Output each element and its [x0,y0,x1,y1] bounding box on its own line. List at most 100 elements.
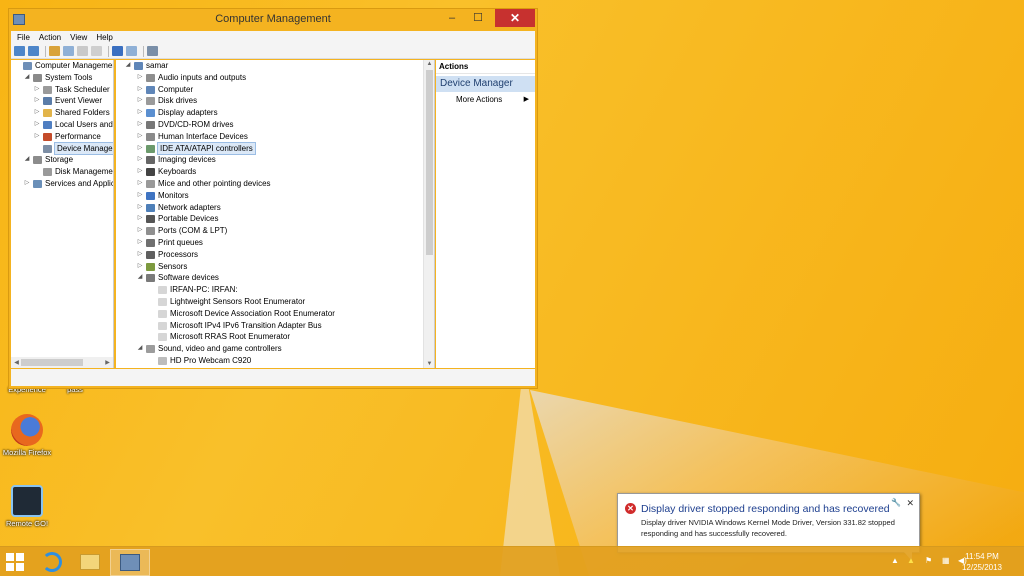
tree-item[interactable]: Microsoft RRAS Root Enumerator [116,331,434,343]
expand-arrow-icon[interactable]: ▷ [136,95,144,107]
action-center-icon[interactable]: ⚑ [925,556,932,565]
desktop-icon-firefox[interactable]: Mozilla Firefox [0,414,54,457]
collapse-arrow-icon[interactable]: ◢ [136,343,144,355]
collapse-arrow-icon[interactable]: ◢ [136,272,144,284]
tree-item[interactable]: ▷ Computer [116,84,434,96]
expand-arrow-icon[interactable]: ▷ [136,225,144,237]
expand-arrow-icon[interactable]: ▷ [136,213,144,225]
expand-arrow-icon[interactable]: ▷ [136,190,144,202]
show-hidden-icons-icon[interactable]: ▲ [891,556,899,565]
menu-file[interactable]: File [17,31,30,44]
expand-arrow-icon[interactable]: ▷ [33,84,41,96]
close-button[interactable]: ✕ [495,9,535,27]
tree-item[interactable]: ▷ Local Users and Groups [11,119,113,131]
console-tree-hscrollbar[interactable]: ◀ ▶ [11,357,113,368]
driver-notification-balloon[interactable]: ✕ Display driver stopped responding and … [617,493,920,561]
notification-close-button[interactable]: ✕ [906,498,914,509]
more-actions-item[interactable]: More Actions ▶ [436,92,535,108]
tree-item[interactable]: ▷ Portable Devices [116,213,434,225]
tree-item[interactable]: Lightweight Sensors Root Enumerator [116,296,434,308]
menu-action[interactable]: Action [39,31,61,44]
warning-tray-icon[interactable]: ▲ [907,556,915,565]
tree-item[interactable]: Microsoft IPv4 IPv6 Transition Adapter B… [116,320,434,332]
tree-item[interactable]: ▷ Imaging devices [116,154,434,166]
device-tree-vscrollbar[interactable]: ▲ ▼ [423,60,434,368]
taskbar-computer-management[interactable] [110,549,150,576]
expand-arrow-icon[interactable]: ▷ [136,84,144,96]
tree-item[interactable]: ▷ Mice and other pointing devices [116,178,434,190]
scroll-down-icon[interactable]: ▼ [424,361,434,367]
tree-item[interactable]: ◢ Sound, video and game controllers [116,343,434,355]
options-wrench-icon[interactable]: 🔧 [891,498,901,507]
collapse-arrow-icon[interactable]: ◢ [124,60,132,72]
menu-view[interactable]: View [70,31,87,44]
expand-arrow-icon[interactable]: ▷ [136,237,144,249]
scroll-thumb[interactable] [426,70,433,255]
tree-item[interactable]: ▷ Shared Folders [11,107,113,119]
tree-item[interactable]: ◢ samar [116,60,434,72]
tree-item[interactable]: ▷ Task Scheduler [11,84,113,96]
back-icon[interactable] [14,46,25,56]
tree-item[interactable]: ◢ Storage [11,154,113,166]
tree-item[interactable]: ▷ Print queues [116,237,434,249]
expand-arrow-icon[interactable]: ▷ [136,72,144,84]
expand-arrow-icon[interactable]: ▷ [136,249,144,261]
tree-item[interactable]: ▷ Sensors [116,261,434,273]
tree-item[interactable]: ▷ Display adapters [116,107,434,119]
expand-arrow-icon[interactable]: ▷ [33,107,41,119]
tree-item[interactable]: Device Manager [11,141,113,156]
tree-item[interactable]: ▷ Keyboards [116,166,434,178]
tree-item[interactable]: Disk Management [11,166,113,178]
help-icon[interactable] [112,46,123,56]
actions-device-manager[interactable]: Device Manager [436,76,535,92]
tree-item[interactable]: ▷ Network adapters [116,202,434,214]
menu-help[interactable]: Help [96,31,112,44]
scan-hardware-icon[interactable] [147,46,158,56]
desktop-icon-remote-go[interactable]: Remote GO! [0,485,54,528]
tree-item[interactable]: ▷ Ports (COM & LPT) [116,225,434,237]
expand-arrow-icon[interactable]: ▷ [33,95,41,107]
scroll-right-icon[interactable]: ▶ [102,359,113,366]
title-bar[interactable]: Computer Management – ☐ ✕ [9,9,537,31]
minimize-button[interactable]: – [439,9,465,27]
expand-arrow-icon[interactable]: ▷ [136,107,144,119]
tree-item[interactable]: ▷ Performance [11,131,113,143]
tree-item[interactable]: IRFAN-PC: IRFAN: [116,284,434,296]
forward-icon[interactable] [28,46,39,56]
expand-arrow-icon[interactable]: ▷ [136,261,144,273]
show-hide-tree-icon[interactable] [63,46,74,56]
scroll-thumb[interactable] [21,359,83,366]
expand-arrow-icon[interactable]: ▷ [33,131,41,143]
tree-item[interactable]: Microsoft Streaming Clock Proxy [116,367,434,369]
tree-item[interactable]: ▷ Services and Applications [11,178,113,190]
collapse-arrow-icon[interactable]: ◢ [23,72,31,84]
expand-arrow-icon[interactable]: ▷ [136,119,144,131]
taskbar-file-explorer[interactable] [70,549,110,576]
expand-arrow-icon[interactable]: ▷ [136,143,144,155]
maximize-button[interactable]: ☐ [465,9,491,27]
tree-item[interactable]: ▷ Event Viewer [11,95,113,107]
expand-arrow-icon[interactable]: ▷ [136,178,144,190]
tree-item[interactable]: ▷ Monitors [116,190,434,202]
taskbar-clock[interactable]: 11:54 PM 12/25/2013 [962,551,1002,573]
expand-arrow-icon[interactable]: ▷ [136,131,144,143]
expand-arrow-icon[interactable]: ▷ [23,178,31,190]
network-icon[interactable]: ▦ [942,556,950,565]
expand-arrow-icon[interactable]: ▷ [136,166,144,178]
scroll-up-icon[interactable]: ▲ [424,61,434,67]
start-button[interactable] [6,553,24,571]
tree-item[interactable]: ▷ DVD/CD-ROM drives [116,119,434,131]
tree-item[interactable]: ▷ IDE ATA/ATAPI controllers [116,141,434,156]
tree-item[interactable]: Computer Management (Local) [11,60,113,72]
list-icon[interactable] [91,46,102,56]
tree-item[interactable]: ▷ Audio inputs and outputs [116,72,434,84]
tree-item[interactable]: HD Pro Webcam C920 [116,355,434,367]
tree-item[interactable]: Microsoft Device Association Root Enumer… [116,308,434,320]
tree-item[interactable]: ◢ Software devices [116,272,434,284]
view-icon[interactable] [126,46,137,56]
expand-arrow-icon[interactable]: ▷ [33,119,41,131]
tree-item[interactable]: ▷ Human Interface Devices [116,131,434,143]
tree-item[interactable]: ▷ Disk drives [116,95,434,107]
expand-arrow-icon[interactable]: ▷ [136,154,144,166]
up-folder-icon[interactable] [49,46,60,56]
